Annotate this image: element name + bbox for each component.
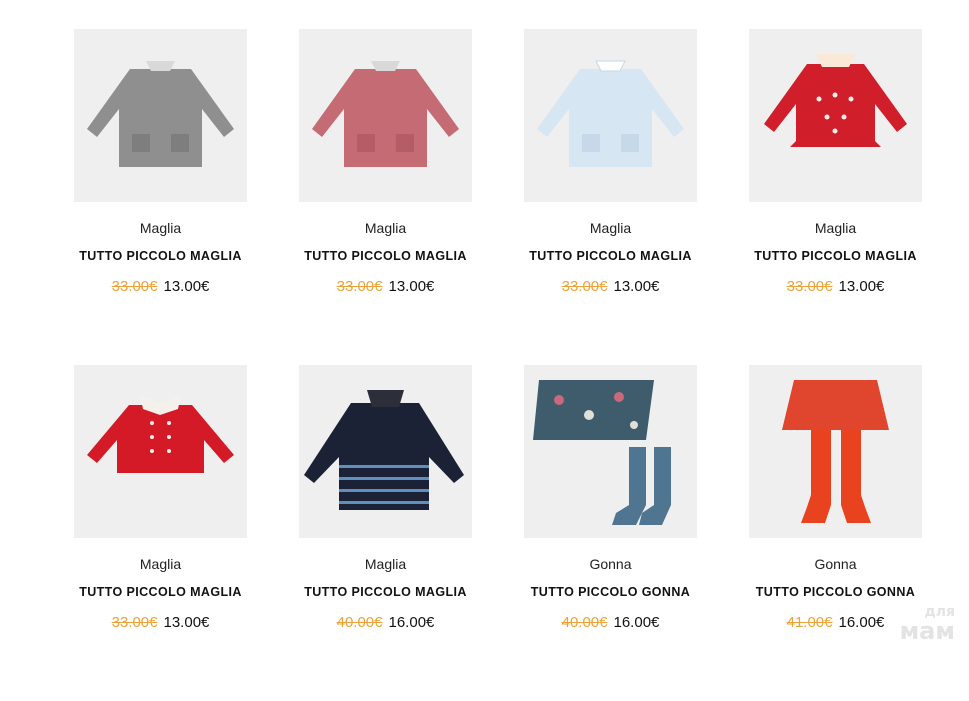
sale-price: 13.00€ [613,278,660,295]
watermark-logo: для мам [900,605,955,643]
old-price: 33.00€ [336,278,383,295]
product-prices: 33.00€ 13.00€ [299,279,472,295]
product-name[interactable]: TUTTO PICCOLO MAGLIA [74,249,247,263]
product-image[interactable] [299,29,472,202]
product-image[interactable] [299,365,472,538]
product-prices: 33.00€ 13.00€ [74,279,247,295]
red-collar-sweater-icon [87,395,234,473]
sale-price: 13.00€ [388,278,435,295]
product-category: Gonna [589,556,632,572]
product-card[interactable]: Maglia TUTTO PICCOLO MAGLIA 33.00€ 13.00€ [524,29,697,365]
product-name[interactable]: TUTTO PICCOLO MAGLIA [299,585,472,599]
red-skirt-with-tights-icon [782,380,889,523]
old-price: 33.00€ [786,278,833,295]
light-blue-knit-sweater-icon [537,60,684,167]
product-prices: 33.00€ 13.00€ [524,279,697,295]
watermark-line2: мам [899,617,955,645]
product-category: Maglia [139,220,182,236]
product-name[interactable]: TUTTO PICCOLO MAGLIA [74,585,247,599]
old-price: 33.00€ [111,278,158,295]
floral-skirt-with-socks-icon [533,380,671,525]
sale-price: 16.00€ [388,614,435,631]
rose-knit-sweater-icon [312,61,459,167]
grey-knit-sweater-icon [87,61,234,167]
sale-price: 13.00€ [838,278,885,295]
product-image[interactable] [749,365,922,538]
old-price: 33.00€ [111,614,158,631]
product-name[interactable]: TUTTO PICCOLO GONNA [749,585,922,599]
red-knit-sweater-icon [764,54,907,147]
product-name[interactable]: TUTTO PICCOLO MAGLIA [299,249,472,263]
product-prices: 41.00€ 16.00€ [749,615,922,631]
old-price: 40.00€ [561,614,608,631]
product-category: Maglia [139,556,182,572]
product-category: Maglia [814,220,857,236]
product-prices: 40.00€ 16.00€ [299,615,472,631]
product-prices: 40.00€ 16.00€ [524,615,697,631]
old-price: 40.00€ [336,614,383,631]
product-card[interactable]: Maglia TUTTO PICCOLO MAGLIA 40.00€ 16.00€ [299,365,472,701]
product-image[interactable] [749,29,922,202]
product-category: Gonna [814,556,857,572]
navy-striped-sweater-icon [304,390,464,510]
old-price: 41.00€ [786,614,833,631]
product-image[interactable] [524,365,697,538]
product-card[interactable]: Maglia TUTTO PICCOLO MAGLIA 33.00€ 13.00€ [74,29,247,365]
product-card[interactable]: Maglia TUTTO PICCOLO MAGLIA 33.00€ 13.00€ [749,29,922,365]
product-prices: 33.00€ 13.00€ [74,615,247,631]
product-card[interactable]: Maglia TUTTO PICCOLO MAGLIA 33.00€ 13.00€ [74,365,247,701]
product-category: Maglia [364,556,407,572]
product-name[interactable]: TUTTO PICCOLO MAGLIA [524,249,697,263]
product-category: Maglia [364,220,407,236]
product-name[interactable]: TUTTO PICCOLO MAGLIA [749,249,922,263]
sale-price: 16.00€ [838,614,885,631]
product-name[interactable]: TUTTO PICCOLO GONNA [524,585,697,599]
old-price: 33.00€ [561,278,608,295]
product-category: Maglia [589,220,632,236]
product-prices: 33.00€ 13.00€ [749,279,922,295]
product-card[interactable]: Maglia TUTTO PICCOLO MAGLIA 33.00€ 13.00€ [299,29,472,365]
sale-price: 13.00€ [163,278,210,295]
product-card[interactable]: Gonna TUTTO PICCOLO GONNA 41.00€ 16.00€ [749,365,922,701]
sale-price: 13.00€ [163,614,210,631]
product-card[interactable]: Gonna TUTTO PICCOLO GONNA 40.00€ 16.00€ [524,365,697,701]
product-image[interactable] [74,365,247,538]
product-grid: Maglia TUTTO PICCOLO MAGLIA 33.00€ 13.00€… [74,29,922,701]
product-image[interactable] [524,29,697,202]
sale-price: 16.00€ [613,614,660,631]
product-image[interactable] [74,29,247,202]
